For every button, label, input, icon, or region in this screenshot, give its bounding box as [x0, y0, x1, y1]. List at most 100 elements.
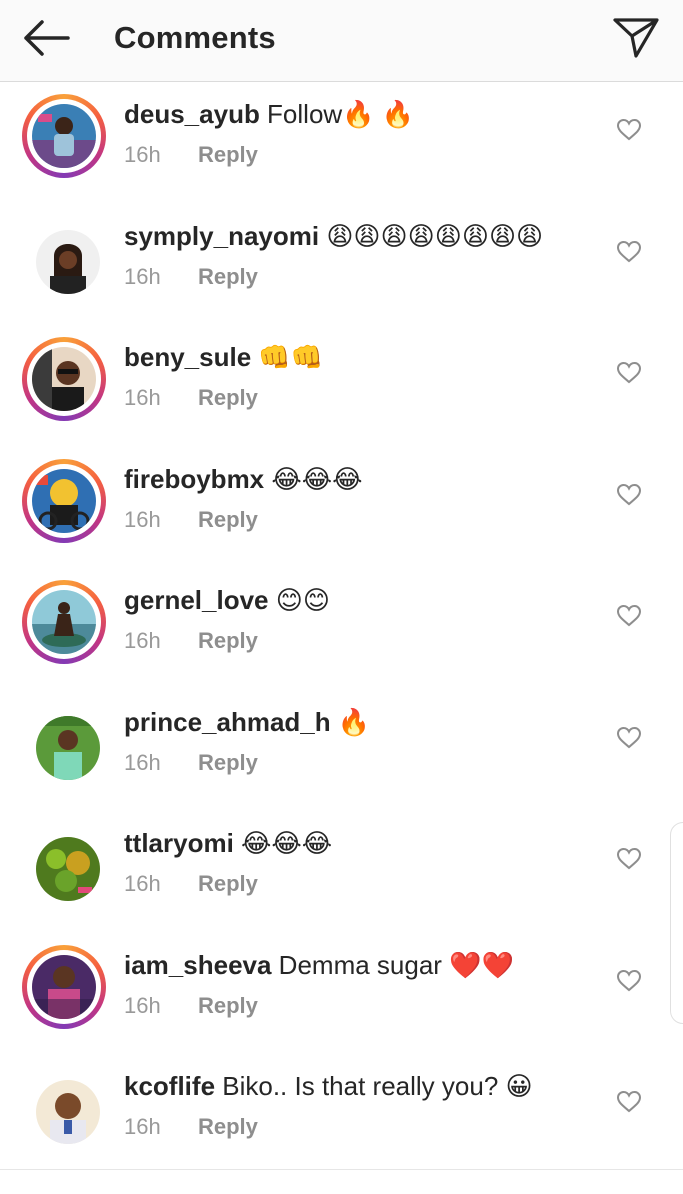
comment-username[interactable]: gernel_love	[124, 585, 269, 615]
like-button[interactable]	[616, 361, 642, 385]
comment-username[interactable]: deus_ayub	[124, 99, 260, 129]
reply-button[interactable]: Reply	[198, 385, 258, 410]
comment-text: Biko.. Is that really you? 😀	[215, 1071, 533, 1101]
comment-time: 16h	[124, 506, 161, 532]
comment-meta: 16h Reply	[124, 140, 258, 170]
like-button[interactable]	[616, 604, 642, 628]
comment-text: 😊😊	[268, 585, 330, 615]
avatar-ring[interactable]	[22, 702, 106, 786]
avatar[interactable]	[32, 104, 96, 168]
comment-row: kcoflife Biko.. Is that really you? 😀 16…	[0, 1054, 683, 1176]
avatar[interactable]	[32, 954, 96, 1019]
reply-button[interactable]: Reply	[198, 142, 258, 167]
comment-time: 16h	[124, 992, 161, 1018]
avatar[interactable]	[32, 468, 96, 533]
avatar[interactable]	[36, 229, 100, 294]
like-button[interactable]	[616, 969, 642, 993]
comment-username[interactable]: fireboybmx	[124, 464, 264, 494]
comment-text: 😩😩😩😩😩😩😩😩	[319, 220, 544, 251]
comment-text: Follow🔥 🔥	[259, 99, 415, 129]
arrow-left-icon	[24, 20, 70, 56]
comment-row: ttlaryomi 😂😂😂 16h Reply	[0, 811, 683, 933]
avatar-ring[interactable]	[22, 216, 106, 300]
comment-time: 16h	[124, 1114, 161, 1139]
avatar-ring[interactable]	[22, 580, 106, 664]
heart-outline-icon	[616, 1090, 642, 1113]
comment-username[interactable]: kcoflife	[124, 1071, 215, 1101]
heart-outline-icon	[616, 240, 642, 262]
comment-time: 16h	[124, 263, 161, 289]
comment-line: ttlaryomi 😂😂😂	[124, 825, 332, 861]
comment-line: fireboybmx 😂😂😂	[124, 461, 363, 497]
comment-row: symply_nayomi 😩😩😩😩😩😩😩😩 16h Reply	[0, 204, 683, 326]
reply-button[interactable]: Reply	[198, 628, 258, 653]
comment-username[interactable]: symply_nayomi	[124, 221, 319, 251]
comment-row: deus_ayub Follow🔥 🔥 16h Reply	[0, 82, 683, 204]
reply-button[interactable]: Reply	[198, 1114, 258, 1139]
comment-meta: 16h Reply	[124, 626, 258, 656]
comment-username[interactable]: beny_sule	[124, 342, 251, 372]
reply-button[interactable]: Reply	[198, 507, 258, 532]
comment-meta: 16h Reply	[124, 262, 258, 292]
heart-outline-icon	[616, 847, 642, 870]
like-button[interactable]	[616, 726, 642, 750]
comment-text: 😂😂😂	[264, 463, 363, 494]
avatar[interactable]	[32, 590, 96, 654]
comment-username[interactable]: ttlaryomi	[124, 828, 234, 858]
heart-outline-icon	[616, 118, 642, 141]
comment-time: 16h	[124, 385, 161, 410]
avatar[interactable]	[36, 715, 100, 780]
comment-time: 16h	[124, 871, 161, 896]
like-button[interactable]	[616, 118, 642, 142]
avatar-ring[interactable]	[22, 1066, 106, 1150]
heart-outline-icon	[616, 604, 642, 627]
comment-line: gernel_love 😊😊	[124, 582, 330, 618]
comment-row: gernel_love 😊😊 16h Reply	[0, 568, 683, 690]
comment-line: iam_sheeva Demma sugar ❤️❤️	[124, 947, 514, 983]
comment-time: 16h	[124, 142, 161, 167]
comment-username[interactable]: iam_sheeva	[124, 950, 271, 980]
reply-button[interactable]: Reply	[198, 871, 258, 896]
top-bar: Comments	[0, 0, 683, 82]
heart-outline-icon	[616, 969, 642, 991]
comment-text: Demma sugar ❤️❤️	[271, 949, 514, 980]
reply-button[interactable]: Reply	[198, 264, 258, 289]
comment-meta: 16h Reply	[124, 748, 258, 778]
heart-outline-icon	[616, 361, 642, 384]
scroll-handle[interactable]	[670, 822, 683, 1024]
like-button[interactable]	[616, 1090, 642, 1114]
avatar-ring[interactable]	[22, 458, 106, 543]
comment-line: kcoflife Biko.. Is that really you? 😀	[124, 1068, 533, 1104]
page-title: Comments	[114, 20, 276, 55]
comment-row: prince_ahmad_h 🔥 16h Reply	[0, 690, 683, 812]
comment-text: 👊👊	[251, 342, 324, 372]
like-button[interactable]	[616, 483, 642, 507]
comment-meta: 16h Reply	[124, 383, 258, 413]
comment-meta: 16h Reply	[124, 991, 258, 1021]
paper-plane-icon	[613, 18, 659, 58]
comment-line: symply_nayomi 😩😩😩😩😩😩😩😩	[124, 218, 543, 254]
like-button[interactable]	[616, 240, 642, 264]
divider	[0, 1169, 683, 1170]
avatar[interactable]	[36, 1080, 100, 1144]
comment-meta: 16h Reply	[124, 869, 258, 899]
comment-text: 🔥	[330, 706, 371, 737]
avatar-ring[interactable]	[22, 823, 106, 907]
back-button[interactable]	[18, 16, 72, 60]
avatar-ring[interactable]	[22, 944, 106, 1029]
like-button[interactable]	[616, 847, 642, 871]
avatar[interactable]	[32, 347, 96, 411]
reply-button[interactable]: Reply	[198, 993, 258, 1018]
comment-username[interactable]: prince_ahmad_h	[124, 707, 331, 737]
avatar[interactable]	[36, 837, 100, 901]
comment-time: 16h	[124, 749, 161, 775]
comment-meta: 16h Reply	[124, 505, 258, 535]
comment-list[interactable]: deus_ayub Follow🔥 🔥 16h Reply symply_nayo…	[0, 82, 683, 1176]
reply-button[interactable]: Reply	[198, 750, 258, 775]
comment-line: beny_sule 👊👊	[124, 339, 323, 375]
heart-outline-icon	[616, 483, 642, 505]
share-button[interactable]	[610, 14, 662, 62]
avatar-ring[interactable]	[22, 337, 106, 421]
avatar-ring[interactable]	[22, 94, 106, 178]
comment-time: 16h	[124, 628, 161, 653]
